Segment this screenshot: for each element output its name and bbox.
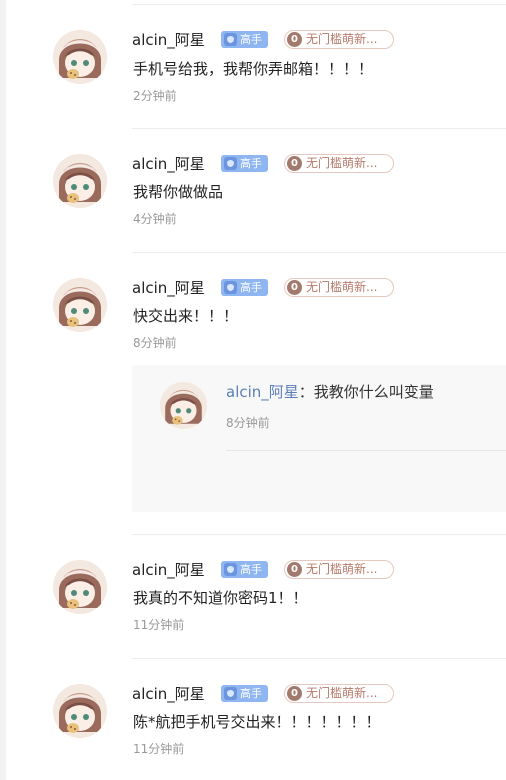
fan-badge[interactable]: 0 无门槛萌新... (284, 560, 394, 579)
fan-level: 0 (287, 280, 302, 295)
username[interactable]: alcin_阿星 (132, 31, 205, 49)
fan-badge-label: 无门槛萌新... (306, 280, 378, 294)
comment-text: 陈*航把手机号交出来！！！！！！！ (133, 713, 381, 731)
fan-level: 0 (287, 686, 302, 701)
level-badge: 高手 (221, 279, 268, 296)
fan-badge-label: 无门槛萌新... (306, 156, 378, 170)
comment-time: 2分钟前 (133, 89, 177, 103)
anime-girl-avatar-icon (160, 382, 207, 429)
anime-girl-avatar-icon (53, 154, 107, 208)
reply-username[interactable]: alcin_阿星 (226, 383, 299, 401)
avatar[interactable] (53, 154, 107, 208)
shield-icon (224, 281, 237, 294)
username[interactable]: alcin_阿星 (132, 155, 205, 173)
fan-level: 0 (287, 156, 302, 171)
comment-text: 我真的不知道你密码1！！ (133, 589, 308, 607)
level-badge-label: 高手 (240, 157, 262, 170)
fan-badge-label: 无门槛萌新... (306, 562, 378, 576)
reply-text: 我教你什么叫变量 (313, 383, 434, 401)
anime-girl-avatar-icon (53, 684, 107, 738)
divider (132, 658, 506, 659)
left-border (0, 0, 6, 780)
username[interactable]: alcin_阿星 (132, 561, 205, 579)
comment-text: 快交出来！！！ (133, 307, 239, 325)
shield-icon (224, 563, 237, 576)
avatar[interactable] (53, 278, 107, 332)
anime-girl-avatar-icon (53, 30, 107, 84)
avatar[interactable] (53, 684, 107, 738)
reply-time: 8分钟前 (226, 416, 270, 430)
avatar[interactable] (53, 30, 107, 84)
divider (226, 450, 506, 451)
divider (132, 252, 506, 253)
fan-badge[interactable]: 0 无门槛萌新... (284, 278, 394, 297)
reply-avatar[interactable] (160, 382, 207, 429)
level-badge: 高手 (221, 561, 268, 578)
level-badge: 高手 (221, 155, 268, 172)
username[interactable]: alcin_阿星 (132, 685, 205, 703)
fan-level: 0 (287, 562, 302, 577)
comment-text: 我帮你做做品 (133, 183, 224, 201)
fan-badge[interactable]: 0 无门槛萌新... (284, 684, 394, 703)
reply-section: alcin_阿星：我教你什么叫变量 8分钟前 (132, 365, 506, 512)
divider (132, 4, 506, 5)
level-badge: 高手 (221, 685, 268, 702)
comment-time: 11分钟前 (133, 618, 185, 632)
fan-level: 0 (287, 32, 302, 47)
comment-time: 8分钟前 (133, 336, 177, 350)
divider (132, 534, 506, 535)
divider (132, 128, 506, 129)
level-badge-label: 高手 (240, 281, 262, 294)
fan-badge-label: 无门槛萌新... (306, 32, 378, 46)
anime-girl-avatar-icon (53, 278, 107, 332)
reply-content: alcin_阿星：我教你什么叫变量 (226, 382, 434, 402)
shield-icon (224, 687, 237, 700)
fan-badge[interactable]: 0 无门槛萌新... (284, 154, 394, 173)
fan-badge[interactable]: 0 无门槛萌新... (284, 30, 394, 49)
level-badge-label: 高手 (240, 33, 262, 46)
anime-girl-avatar-icon (53, 560, 107, 614)
username[interactable]: alcin_阿星 (132, 279, 205, 297)
shield-icon (224, 33, 237, 46)
level-badge-label: 高手 (240, 687, 262, 700)
comment-time: 11分钟前 (133, 742, 185, 756)
fan-badge-label: 无门槛萌新... (306, 686, 378, 700)
level-badge: 高手 (221, 31, 268, 48)
shield-icon (224, 157, 237, 170)
reply-separator: ： (298, 383, 314, 401)
level-badge-label: 高手 (240, 563, 262, 576)
comment-text: 手机号给我，我帮你弄邮箱！！！！ (133, 60, 374, 78)
comment-time: 4分钟前 (133, 212, 177, 226)
avatar[interactable] (53, 560, 107, 614)
